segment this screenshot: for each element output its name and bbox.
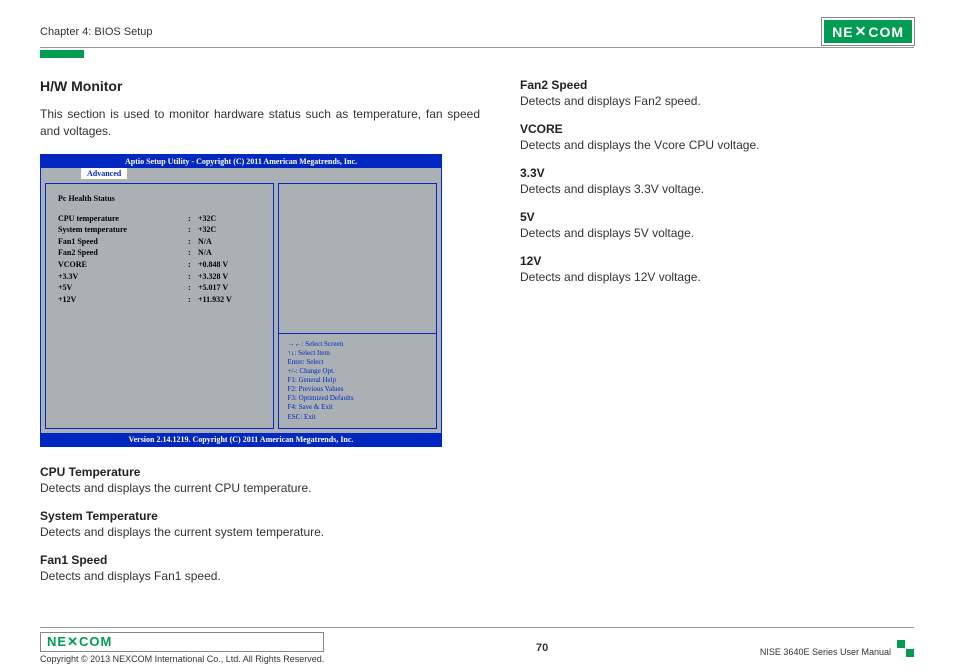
description-title: 5V <box>520 210 914 224</box>
chapter-label: Chapter 4: BIOS Setup <box>40 26 153 38</box>
description-title: Fan1 Speed <box>40 553 480 567</box>
bios-help-line: F4: Save & Exit <box>287 403 428 412</box>
bios-tabs: Advanced <box>41 168 441 179</box>
bios-row: +5V:+5.017 V <box>58 282 261 294</box>
footer-copyright: Copyright © 2013 NEXCOM International Co… <box>40 654 324 664</box>
content-columns: H/W Monitor This section is used to moni… <box>40 78 914 627</box>
bios-status-header: Pc Health Status <box>58 194 261 203</box>
corner-squares-icon <box>897 640 914 657</box>
page-number: 70 <box>536 642 548 654</box>
description-block: System Temperature Detects and displays t… <box>40 509 480 539</box>
description-title: VCORE <box>520 122 914 136</box>
footer-manual: NISE 3640E Series User Manual <box>760 647 891 657</box>
description-text: Detects and displays the Vcore CPU volta… <box>520 138 914 152</box>
bios-help-line: →←: Select Screen <box>287 340 428 349</box>
footer-logo: NE✕COM <box>40 632 324 652</box>
description-block: Fan1 Speed Detects and displays Fan1 spee… <box>40 553 480 583</box>
description-block: VCORE Detects and displays the Vcore CPU … <box>520 122 914 152</box>
description-block: CPU Temperature Detects and displays the … <box>40 465 480 495</box>
bios-help-line: +/-: Change Opt. <box>287 367 428 376</box>
bios-left-panel: Pc Health Status CPU temperature:+32CSys… <box>45 183 274 429</box>
description-text: Detects and displays 12V voltage. <box>520 270 914 284</box>
bios-right-panel: →←: Select Screen↑↓: Select ItemEnter: S… <box>278 183 437 429</box>
bios-row: +3.3V:+3.328 V <box>58 271 261 283</box>
bios-help-line: ↑↓: Select Item <box>287 349 428 358</box>
bios-row: System temperature:+32C <box>58 224 261 236</box>
bios-help-line: F1: General Help <box>287 376 428 385</box>
bios-tab-advanced: Advanced <box>81 168 127 179</box>
description-text: Detects and displays the current system … <box>40 525 480 539</box>
description-text: Detects and displays Fan1 speed. <box>40 569 480 583</box>
section-intro: This section is used to monitor hardware… <box>40 106 480 140</box>
bios-row: Fan1 Speed:N/A <box>58 236 261 248</box>
page-footer: NE✕COM Copyright © 2013 NEXCOM Internati… <box>40 627 914 672</box>
description-title: 12V <box>520 254 914 268</box>
section-title: H/W Monitor <box>40 78 480 94</box>
description-block: 12V Detects and displays 12V voltage. <box>520 254 914 284</box>
bios-help-keys: →←: Select Screen↑↓: Select ItemEnter: S… <box>279 333 436 428</box>
nexcom-logo: NE✕COM <box>822 18 914 45</box>
description-text: Detects and displays 3.3V voltage. <box>520 182 914 196</box>
description-text: Detects and displays 5V voltage. <box>520 226 914 240</box>
bios-help-line: ESC: Exit <box>287 413 428 422</box>
logo-x-icon: ✕ <box>855 23 868 40</box>
description-title: Fan2 Speed <box>520 78 914 92</box>
description-block: Fan2 Speed Detects and displays Fan2 spee… <box>520 78 914 108</box>
bios-row: VCORE:+0.848 V <box>58 259 261 271</box>
description-text: Detects and displays Fan2 speed. <box>520 94 914 108</box>
page-header: Chapter 4: BIOS Setup NE✕COM <box>40 18 914 48</box>
description-block: 3.3V Detects and displays 3.3V voltage. <box>520 166 914 196</box>
description-title: CPU Temperature <box>40 465 480 479</box>
description-text: Detects and displays the current CPU tem… <box>40 481 480 495</box>
description-block: 5V Detects and displays 5V voltage. <box>520 210 914 240</box>
bios-help-line: Enter: Select <box>287 358 428 367</box>
green-accent-bar <box>40 50 84 58</box>
bios-help-line: F2: Previous Values <box>287 385 428 394</box>
description-title: System Temperature <box>40 509 480 523</box>
bios-row: +12V:+11.932 V <box>58 294 261 306</box>
bios-help-line: F3: Optimized Defaults <box>287 394 428 403</box>
bios-footer-bar: Version 2.14.1219. Copyright (C) 2011 Am… <box>41 433 441 446</box>
bios-title-bar: Aptio Setup Utility - Copyright (C) 2011… <box>41 155 441 168</box>
bios-screenshot: Aptio Setup Utility - Copyright (C) 2011… <box>40 154 442 447</box>
bios-row: Fan2 Speed:N/A <box>58 247 261 259</box>
logo-x-icon: ✕ <box>67 634 79 649</box>
description-title: 3.3V <box>520 166 914 180</box>
bios-row: CPU temperature:+32C <box>58 213 261 225</box>
